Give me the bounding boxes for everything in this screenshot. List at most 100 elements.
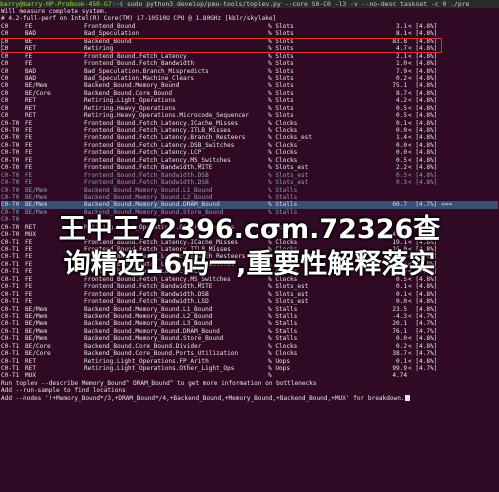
cell-node: Backend_Bound.Memory_Bound.L1_Bound: [84, 186, 213, 194]
cell-value: 99.9: [392, 365, 407, 372]
cell-value: 60.7: [392, 201, 407, 209]
cell-cpu: C0-T1: [1, 365, 20, 372]
table-row: C0-T0 FE Frontend_Bound.Fetch_Bandwidth.DS…: [1, 172, 498, 179]
cell-unit: % Stalls: [268, 201, 298, 209]
cell-unit: % Slots: [268, 82, 294, 90]
cell-value: 0.0: [395, 149, 407, 157]
cell-unit: % Uops: [268, 365, 291, 372]
cell-node: Backend_Bound.Core_Bound.Divider: [84, 342, 202, 350]
cell-area: FE: [25, 127, 33, 134]
cell-node: Retiring.Light_Operations: [84, 97, 176, 105]
cell-unit: % Stalls: [268, 320, 298, 328]
cell-area: FE: [25, 119, 33, 127]
cell-node: Bad_Speculation.Branch_Mispredicts: [84, 67, 209, 75]
footer-line: Add --nodes '!+Memory_Bound*/3,+DRAM_Bou…: [1, 394, 498, 402]
table-row: C0-T1 MUX% 4.74: [1, 372, 498, 379]
intro-line: # 4.2-full-perf on Intel(R) Core(TM) i7-…: [1, 15, 277, 23]
cell-cpu: C0-T1: [1, 357, 20, 365]
cursor-icon: [404, 394, 410, 401]
table-row: C0-T0 FE Frontend_Bound.Fetch_Latency.LCP%…: [1, 149, 498, 156]
cell-cpu: C0-T1: [1, 283, 20, 291]
cell-cpu: C0-T0: [1, 134, 20, 142]
result-table: C0 FE Frontend_Bound% Slots 3.1 < [4.8%] C0 BA…: [1, 23, 498, 380]
table-row: C0-T0 FE Frontend_Bound.Fetch_Latency.MS_S…: [1, 157, 498, 164]
table-row: C0-T1 BE/Mem Backend_Bound.Memory_Bound.St…: [1, 335, 498, 342]
table-row: C0 RET Retiring.Heavy_Operations.Microcode…: [1, 112, 498, 119]
cell-node: Backend_Bound.Memory_Bound.L2_Bound: [84, 312, 213, 320]
cell-area: BAD: [25, 74, 37, 82]
cell-note: < [4.8%]: [408, 290, 438, 298]
cell-node: Backend_Bound.Memory_Bound.L2_Bound: [84, 193, 213, 201]
table-row: C0 RET Retiring.Heavy_Operations % Slots 0.5…: [1, 105, 498, 112]
cell-value: 0.1: [395, 290, 407, 298]
cell-value: 0.3: [395, 171, 407, 179]
cell-cpu: C0: [1, 97, 9, 105]
cell-node: Backend_Bound.Memory_Bound.L1_Bound: [84, 305, 213, 313]
cell-value: 0.3: [395, 179, 407, 187]
cell-area: BAD: [25, 30, 37, 38]
command-text: sudo python3 develop/pmu-tools/toplev.py…: [123, 0, 470, 8]
cell-unit: % Clocks: [268, 156, 298, 164]
cell-node: Frontend_Bound.Fetch_Latency.Branch_Rest…: [84, 134, 246, 142]
cell-cpu: C0-T0: [1, 171, 20, 179]
cell-node: Frontend_Bound.Fetch_Bandwidth: [84, 60, 195, 68]
cell-area: BE/Mem: [25, 201, 48, 209]
cell-area: BAD: [25, 67, 37, 75]
cell-cpu: C0-T1: [1, 372, 20, 380]
cell-cpu: C0-T0: [1, 127, 20, 134]
cell-unit: % Slots: [268, 67, 294, 75]
table-row: C0 BAD Bad_Speculation % Slots 8.1 < [4.8%]: [1, 30, 498, 37]
table-row: C0-T1 BE/Mem Backend_Bound.Memory_Bound.L1…: [1, 306, 498, 313]
cell-cpu: C0: [1, 74, 9, 82]
cell-area: MUX: [25, 372, 37, 380]
cell-unit: % Clocks: [268, 141, 298, 149]
cell-cpu: C0: [1, 89, 9, 97]
cell-area: FE: [25, 52, 33, 60]
cell-value: 0.0: [395, 335, 407, 343]
cell-note: < [4.8%]: [408, 127, 438, 134]
cell-unit: % Stalls: [268, 335, 298, 343]
cell-unit: % Stalls: [268, 305, 298, 313]
cell-node: Bad_Speculation: [84, 30, 140, 38]
cell-node: Backend_Bound.Core_Bound: [84, 89, 173, 97]
watermark-overlay: 王中王72396.cσm.72326查 询精选16码一,重要性解释落实: [0, 212, 499, 282]
footer-line: Run toplev --describe Memory_Bound^ DRAM…: [1, 379, 317, 387]
cell-unit: % Slots: [268, 30, 294, 38]
cell-note: < [4.8%]: [408, 89, 438, 97]
cell-note: < [4.8%]: [408, 342, 438, 350]
cell-note: < [4.8%]: [408, 119, 438, 127]
cell-value: 2.2: [395, 164, 407, 172]
cell-area: FE: [25, 179, 33, 187]
red-highlight-box: [1, 38, 442, 53]
table-row: C0-T0 BE/Mem Backend_Bound.Memory_Bound.DR…: [1, 201, 498, 209]
table-row: C0-T1 BE/Core Backend_Bound.Core_Bound.Por…: [1, 350, 498, 357]
cell-node: Retiring.Heavy_Operations.Microcode_Sequ…: [84, 112, 250, 120]
cell-unit: % Stalls: [268, 327, 298, 335]
cell-unit: % Clocks_est: [268, 134, 313, 142]
cell-note: < [4.8%]: [408, 298, 438, 306]
cell-cpu: C0-T0: [1, 119, 20, 127]
cell-node: Frontend_Bound.Fetch_Bandwidth.MITE: [84, 283, 213, 291]
table-row: C0-T0 BE/Mem Backend_Bound.Memory_Bound.L2…: [1, 194, 498, 201]
table-row: C0 FE Frontend_Bound.Fetch_Bandwidth % Slot…: [1, 60, 498, 67]
cell-area: FE: [25, 298, 33, 306]
table-row: C0-T0 FE Frontend_Bound.Fetch_Latency.ICac…: [1, 120, 498, 127]
cell-cpu: C0-T0: [1, 193, 20, 201]
cell-value: 0.1: [395, 283, 407, 291]
cell-node: Frontend_Bound.Fetch_Bandwidth.DSB: [84, 290, 209, 298]
cell-note: < [4.8%]: [408, 156, 438, 164]
intro-line: Will measure complete system.: [1, 8, 108, 15]
cell-unit: % Stalls: [268, 193, 298, 201]
cell-value: 1.0: [395, 60, 407, 68]
cell-node: Retiring.Light_Operations.FP_Arith: [84, 357, 209, 365]
cell-cpu: C0-T1: [1, 342, 20, 350]
cell-note: < [4.7%]: [408, 312, 438, 320]
cell-area: BE/Mem: [25, 312, 48, 320]
cell-value: 8.7: [395, 89, 407, 97]
table-row: C0-T0 FE Frontend_Bound.Fetch_Latency.DSB_…: [1, 142, 498, 149]
cell-cpu: C0: [1, 22, 9, 30]
cell-cpu: C0-T0: [1, 164, 20, 172]
cell-cpu: C0-T1: [1, 320, 20, 328]
cell-value: 38.7: [392, 350, 407, 358]
cell-unit: % Slots_est: [268, 179, 309, 187]
